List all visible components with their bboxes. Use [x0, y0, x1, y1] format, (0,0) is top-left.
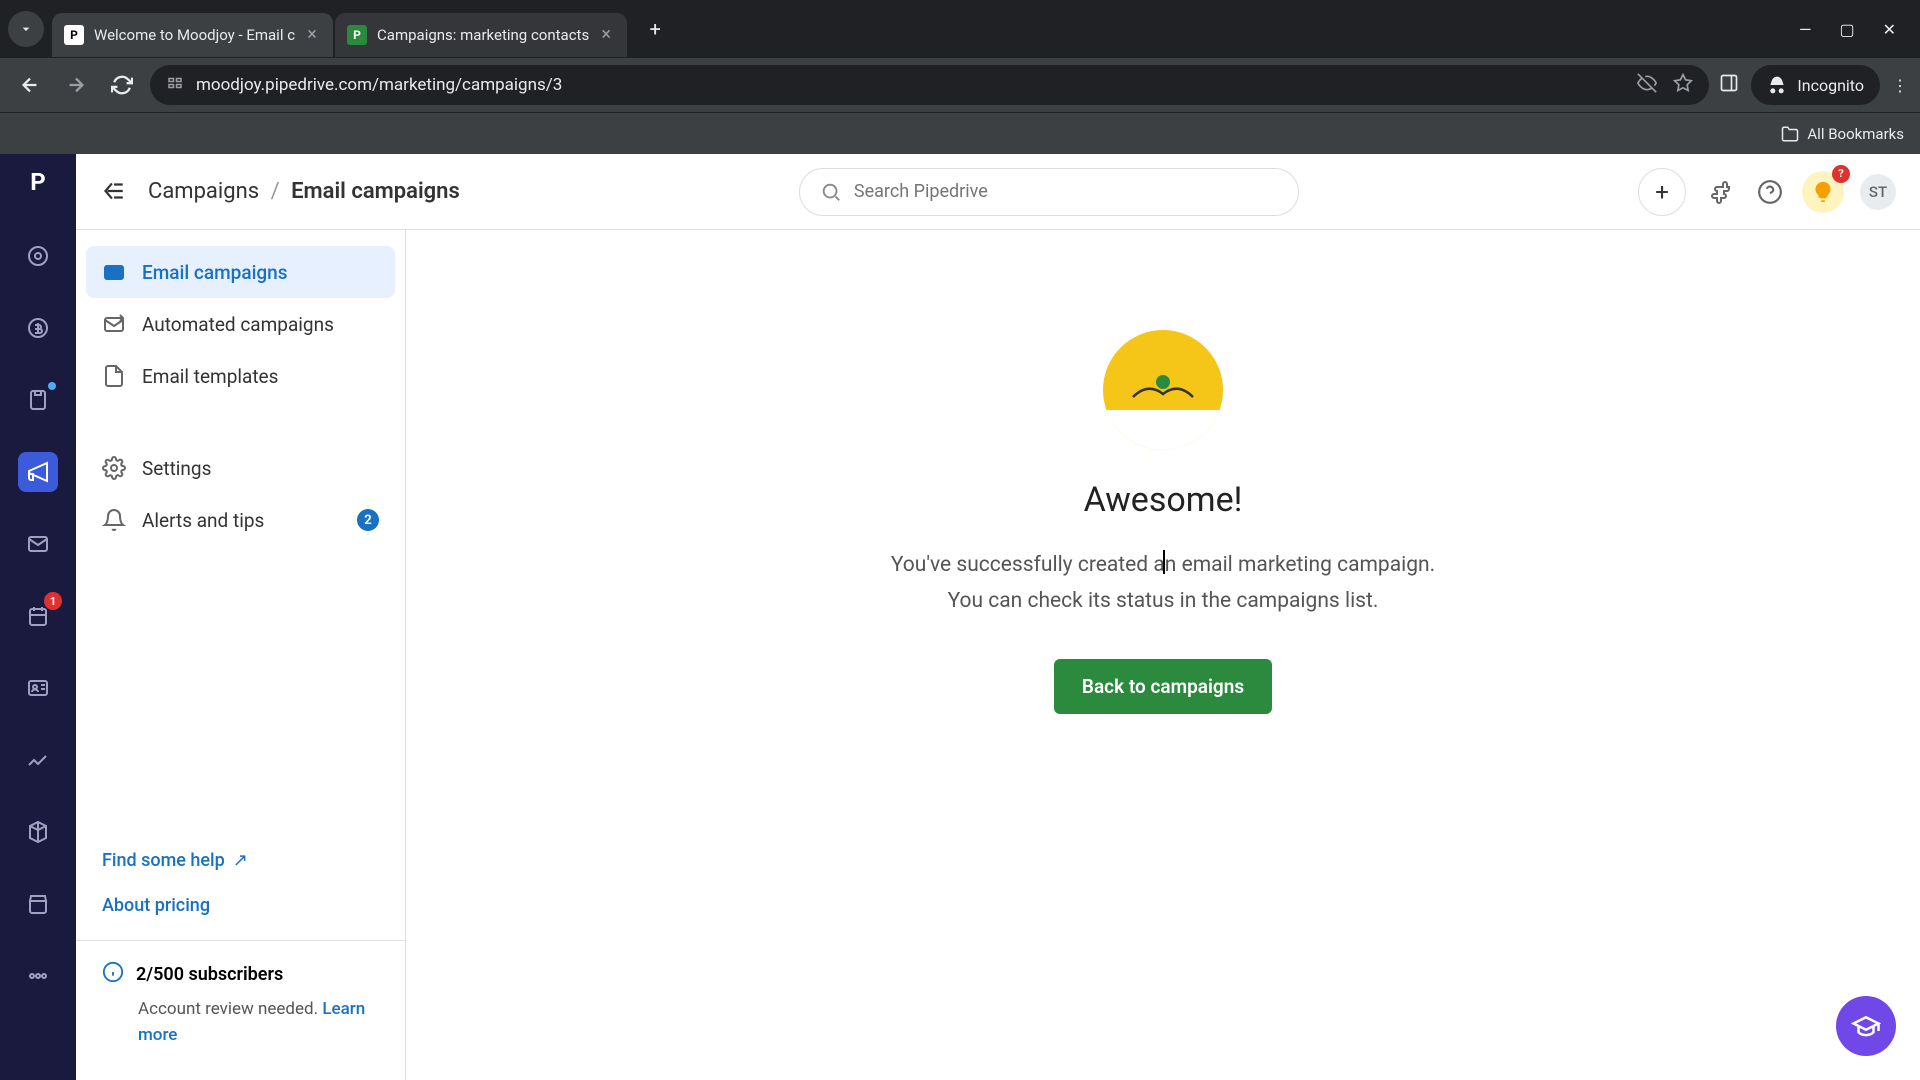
campaigns-sidebar: Email campaigns Automated campaigns Emai… — [76, 230, 406, 1080]
tab-favicon: P — [347, 25, 367, 45]
help-fab[interactable] — [1836, 996, 1896, 1056]
bookmarks-bar: All Bookmarks — [0, 112, 1920, 154]
nav-rail: P 1 — [0, 154, 76, 1080]
info-icon — [102, 961, 124, 987]
quick-add-button[interactable]: + — [1638, 168, 1686, 216]
template-icon — [102, 364, 126, 388]
url-text: moodjoy.pipedrive.com/marketing/campaign… — [196, 75, 1625, 95]
nav-rail-insights[interactable] — [18, 740, 58, 780]
sidebar-item-email-templates[interactable]: Email templates — [86, 350, 395, 402]
nav-rail-deals[interactable] — [18, 308, 58, 348]
browser-toolbar: moodjoy.pipedrive.com/marketing/campaign… — [0, 58, 1920, 112]
browser-tab-strip: P Welcome to Moodjoy - Email c × P Campa… — [0, 0, 1920, 58]
back-to-campaigns-button[interactable]: Back to campaigns — [1054, 659, 1272, 714]
app-body: Email campaigns Automated campaigns Emai… — [76, 230, 1920, 1080]
subscriber-count: 2/500 subscribers — [136, 964, 283, 985]
site-settings-icon[interactable] — [166, 74, 184, 96]
automated-icon — [102, 312, 126, 336]
about-pricing-link[interactable]: About pricing — [102, 895, 379, 916]
nav-rail-marketplace[interactable] — [18, 884, 58, 924]
eye-off-icon[interactable] — [1637, 73, 1657, 97]
sidebar-item-settings[interactable]: Settings — [86, 442, 395, 494]
maximize-icon[interactable]: ▢ — [1839, 20, 1854, 39]
nav-rail-contacts[interactable] — [18, 668, 58, 708]
incognito-label: Incognito — [1797, 76, 1864, 95]
subscriber-text: Account review needed. Learn more — [102, 997, 379, 1048]
nav-rail-activities[interactable]: 1 — [18, 596, 58, 636]
app-root: P 1 — [0, 154, 1920, 1080]
sidebar-item-label: Email templates — [142, 365, 278, 388]
sidebar-toggle-icon[interactable] — [100, 178, 128, 206]
sidebar-item-automated-campaigns[interactable]: Automated campaigns — [86, 298, 395, 350]
search-icon — [820, 181, 842, 203]
breadcrumb-separator: / — [271, 179, 280, 204]
chrome-menu-icon[interactable]: ⋮ — [1892, 76, 1908, 95]
new-tab-button[interactable]: + — [637, 11, 673, 47]
all-bookmarks-button[interactable]: All Bookmarks — [1781, 125, 1904, 143]
external-link-icon: ↗ — [233, 850, 248, 871]
forward-button[interactable] — [58, 67, 94, 103]
main-area: Campaigns / Email campaigns + ? — [76, 154, 1920, 1080]
nav-rail-leads[interactable] — [18, 236, 58, 276]
nav-rail-products[interactable] — [18, 812, 58, 852]
tab-close-icon[interactable]: × — [303, 26, 321, 44]
find-help-link[interactable]: Find some help ↗ — [102, 850, 379, 871]
activities-badge: 1 — [44, 592, 62, 610]
nav-rail-more[interactable] — [18, 956, 58, 996]
help-link-label: Find some help — [102, 850, 225, 871]
sidebar-item-label: Automated campaigns — [142, 313, 334, 336]
text-cursor — [1163, 550, 1165, 574]
alerts-badge: 2 — [357, 509, 379, 531]
success-graphic — [1093, 330, 1233, 430]
close-window-icon[interactable]: ✕ — [1883, 20, 1896, 39]
minimize-icon[interactable]: — — [1799, 20, 1812, 39]
search-box[interactable] — [799, 168, 1299, 216]
sidebar-item-label: Alerts and tips — [142, 509, 264, 532]
browser-tab[interactable]: P Campaigns: marketing contacts × — [335, 13, 627, 57]
subtext-line2: You can check its status in the campaign… — [891, 584, 1435, 620]
notification-dot — [48, 382, 56, 390]
reload-button[interactable] — [104, 67, 140, 103]
bookmark-star-icon[interactable] — [1673, 73, 1693, 97]
all-bookmarks-label: All Bookmarks — [1807, 125, 1904, 143]
tab-close-icon[interactable]: × — [597, 26, 615, 44]
sidebar-item-label: Email campaigns — [142, 261, 288, 284]
tips-button[interactable]: ? — [1802, 171, 1844, 213]
sidebar-item-email-campaigns[interactable]: Email campaigns — [86, 246, 395, 298]
bell-icon — [102, 508, 126, 532]
content-success-panel: Awesome! You've successfully created an … — [406, 230, 1920, 1080]
tab-title: Welcome to Moodjoy - Email c — [94, 26, 295, 44]
extensions-icon[interactable] — [1706, 176, 1738, 208]
tab-favicon: P — [64, 25, 84, 45]
sidebar-item-alerts[interactable]: Alerts and tips 2 — [86, 494, 395, 546]
breadcrumb: Campaigns / Email campaigns — [148, 179, 460, 204]
nav-rail-campaigns[interactable] — [18, 452, 58, 492]
gear-icon — [102, 456, 126, 480]
back-button[interactable] — [12, 67, 48, 103]
lightbulb-icon — [1812, 181, 1834, 203]
url-bar[interactable]: moodjoy.pipedrive.com/marketing/campaign… — [150, 65, 1709, 105]
breadcrumb-current: Email campaigns — [291, 179, 460, 204]
success-headline: Awesome! — [1084, 480, 1243, 520]
subscriber-info-box: 2/500 subscribers Account review needed.… — [76, 940, 405, 1048]
search-input[interactable] — [854, 181, 1278, 202]
breadcrumb-root[interactable]: Campaigns — [148, 179, 259, 204]
sidebar-item-label: Settings — [142, 457, 211, 480]
tab-title: Campaigns: marketing contacts — [377, 26, 589, 44]
sidebar-footer: Find some help ↗ About pricing 2/500 sub… — [86, 834, 395, 1064]
nav-rail-mail[interactable] — [18, 524, 58, 564]
pipedrive-logo[interactable]: P — [30, 168, 45, 196]
help-icon[interactable] — [1754, 176, 1786, 208]
tab-search-dropdown[interactable] — [8, 11, 44, 47]
tips-badge: ? — [1832, 165, 1850, 183]
user-avatar[interactable]: ST — [1860, 174, 1896, 210]
side-panel-icon[interactable] — [1719, 73, 1739, 97]
incognito-chip[interactable]: Incognito — [1751, 65, 1880, 105]
mail-icon — [102, 260, 126, 284]
browser-tab-active[interactable]: P Welcome to Moodjoy - Email c × — [52, 13, 333, 57]
app-header: Campaigns / Email campaigns + ? — [76, 154, 1920, 230]
window-controls: — ▢ ✕ — [1799, 20, 1912, 39]
nav-rail-projects[interactable] — [18, 380, 58, 420]
